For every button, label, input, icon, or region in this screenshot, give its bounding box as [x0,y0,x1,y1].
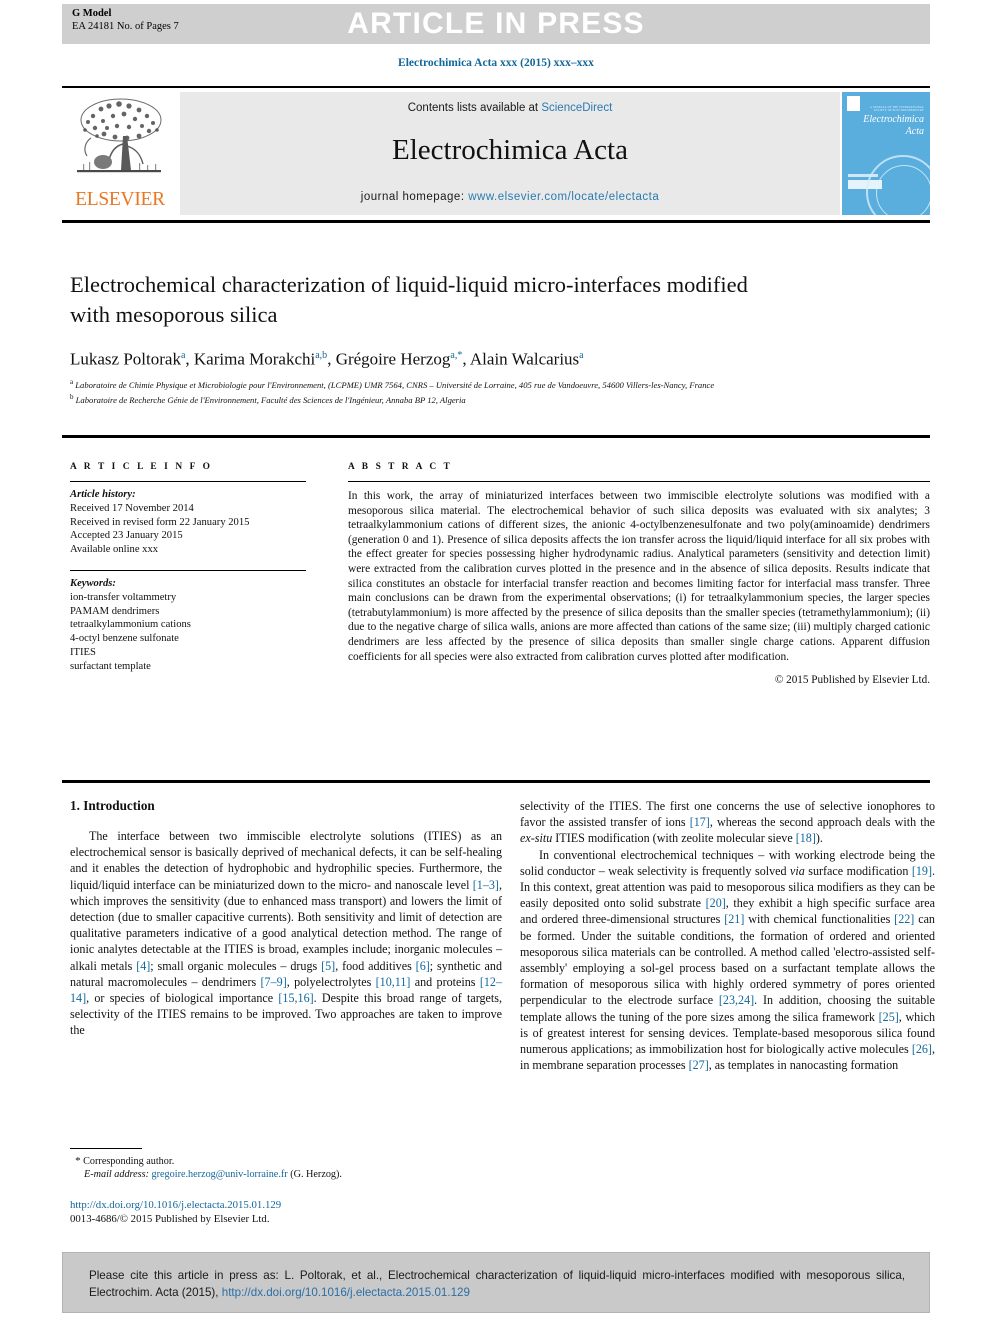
corresponding-author-label: Corresponding author. [83,1156,175,1167]
cover-title-line2: Acta [905,126,924,137]
doi-block: http://dx.doi.org/10.1016/j.electacta.20… [70,1198,500,1227]
intro-paragraph-right-1: selectivity of the ITIES. The first one … [520,799,935,846]
homepage-prefix: journal homepage: [360,191,469,203]
keywords-label: Keywords: [70,577,116,589]
abstract-divider [62,780,930,783]
issn-copyright: 0013-4686/© 2015 Published by Elsevier L… [70,1213,270,1226]
intro-paragraph-right-2: In conventional electrochemical techniqu… [520,847,936,1073]
abstract-copyright: © 2015 Published by Elsevier Ltd. [774,674,930,687]
journal-masthead: ELSEVIER Contents lists available at Sci… [62,86,930,216]
cover-journal-title: Electrochimica Acta [842,114,924,138]
corresponding-author-line: * Corresponding author. [70,1155,500,1168]
elsevier-wordmark: ELSEVIER [75,189,165,210]
elsevier-tree-icon [77,98,162,173]
affiliation-a-text: Laboratoire de Chimie Physique et Microb… [75,379,715,390]
affiliation-b-text: Laboratoire de Recherche Génie de l'Envi… [75,395,466,406]
keyword-item: 4-octyl benzene sulfonate [70,633,179,645]
article-history-label: Article history: [70,489,136,500]
article-info-rule [70,481,306,482]
history-item: Received 17 November 2014 [70,502,194,514]
author-list: Lukasz Poltoraka, Karima Morakchia,b, Gr… [70,349,584,369]
cite-article-text: Please cite this article in press as: L.… [89,1267,905,1301]
abstract-column: A B S T R A C T In this work, the array … [348,462,930,686]
abstract-heading: A B S T R A C T [348,462,453,472]
body-column-right: selectivity of the ITIES. The first one … [520,798,935,1073]
elsevier-logo: ELSEVIER [62,92,178,215]
masthead-bottom-rule [62,220,930,223]
contents-lists-line: Contents lists available at ScienceDirec… [180,102,840,114]
keyword-item: tetraalkylammonium cations [70,619,191,631]
article-info-column: A R T I C L E I N F O Article history: R… [70,462,320,674]
cite-article-box: Please cite this article in press as: L.… [62,1252,930,1313]
journal-title: Electrochimica Acta [392,134,628,166]
history-item: Received in revised form 22 January 2015 [70,516,250,528]
journal-homepage-link[interactable]: www.elsevier.com/locate/electacta [468,191,659,203]
footnote-rule [70,1148,142,1149]
sciencedirect-link[interactable]: ScienceDirect [541,102,612,114]
email-line: E-mail address: gregoire.herzog@univ-lor… [70,1168,500,1181]
affiliation-b: b Laboratoire de Recherche Génie de l'En… [70,393,466,406]
journal-homepage-line: journal homepage: www.elsevier.com/locat… [180,191,840,203]
keyword-item: ITIES [70,646,96,658]
email-suffix: (G. Herzog). [290,1169,342,1181]
article-info-heading: A R T I C L E I N F O [70,462,213,472]
history-item: Available online xxx [70,544,159,556]
cite-doi-link[interactable]: http://dx.doi.org/10.1016/j.electacta.20… [222,1286,470,1299]
masthead-center: Contents lists available at ScienceDirec… [180,92,840,215]
journal-cover-thumbnail: A JOURNAL OF THE INTERNATIONAL SOCIETY O… [842,92,930,215]
page-title: Electrochemical characterization of liqu… [70,272,748,327]
cover-title-line1: Electrochimica [863,114,924,125]
keywords-rule [70,569,306,571]
footnote-block: * Corresponding author. E-mail address: … [70,1148,500,1182]
cite-prefix: Please cite this article in press as: L.… [89,1269,905,1299]
doi-link[interactable]: http://dx.doi.org/10.1016/j.electacta.20… [70,1198,500,1212]
affiliation-divider [62,435,930,438]
email-label: E-mail address: [84,1169,149,1181]
article-history-block: Article history: Received 17 November 20… [70,488,320,557]
asterisk-icon: * [75,1155,81,1167]
abstract-text: In this work, the array of miniaturized … [348,490,930,663]
journal-reference-line: Electrochimica Acta xxx (2015) xxx–xxx [398,57,594,69]
keyword-item: PAMAM dendrimers [70,605,160,617]
email-link[interactable]: gregoire.herzog@univ-lorraine.fr [152,1169,288,1180]
keyword-item: ion-transfer voltammetry [70,591,177,603]
article-in-press-text: ARTICLE IN PRESS [347,7,645,40]
affiliation-a: a Laboratoire de Chimie Physique et Micr… [70,378,715,390]
body-column-left: 1. Introduction The interface between tw… [70,798,502,1039]
ise-logo-inner-icon [876,165,930,215]
keywords-block: Keywords: ion-transfer voltammetry PAMAM… [70,577,320,674]
affiliations: a Laboratoire de Chimie Physique et Micr… [70,376,915,406]
contents-prefix: Contents lists available at [407,102,542,114]
article-page: G Model EA 24181 No. of Pages 7 ARTICLE … [0,0,992,1323]
section-heading-introduction: 1. Introduction [70,798,155,813]
history-item: Accepted 23 January 2015 [70,530,183,542]
abstract-rule [348,481,930,482]
intro-paragraph-left: The interface between two immiscible ele… [70,829,503,1038]
keyword-item: surfactant template [70,660,151,672]
cover-top-caption: A JOURNAL OF THE INTERNATIONAL SOCIETY O… [869,106,924,112]
corresponding-author-note: * Corresponding author. E-mail address: … [70,1155,500,1182]
